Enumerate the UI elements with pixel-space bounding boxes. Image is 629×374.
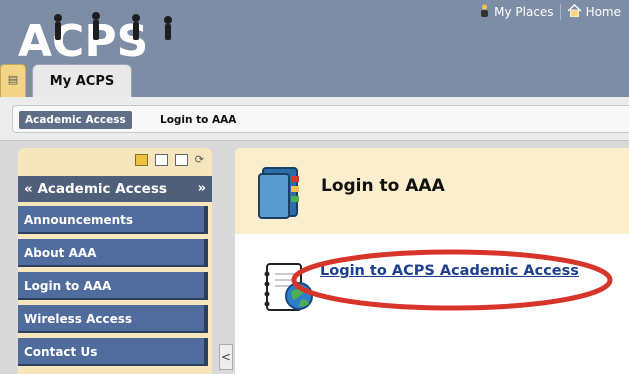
- window-view-icon[interactable]: [174, 154, 188, 166]
- view-mode-icons: ⟳: [134, 154, 204, 166]
- expand-icon[interactable]: »: [198, 176, 206, 202]
- site-header: ACPS My Places Home ▤ My ACPS: [0, 0, 629, 98]
- sidebar-collapse-toggle[interactable]: <: [219, 344, 233, 370]
- sidebar-item-announcements[interactable]: Announcements: [18, 206, 208, 234]
- sidebar-item-login-to-aaa[interactable]: Login to AAA: [18, 272, 208, 300]
- list-view-icon[interactable]: [134, 154, 148, 166]
- sidebar: ⟳ « Academic Access » Announcements Abou…: [18, 148, 212, 374]
- home-link[interactable]: Home: [567, 3, 621, 20]
- refresh-icon[interactable]: ⟳: [195, 154, 204, 166]
- annotation-oval: [291, 249, 613, 311]
- top-navigation: My Places Home: [479, 3, 621, 20]
- my-places-link[interactable]: My Places: [479, 4, 554, 20]
- folder-view-icon[interactable]: [154, 154, 168, 166]
- breadcrumb: Academic Access Login to AAA: [12, 105, 629, 133]
- sidebar-item-about-aaa[interactable]: About AAA: [18, 239, 208, 267]
- collapse-icon: «: [24, 181, 33, 197]
- home-icon: [567, 3, 582, 20]
- sidebar-title: Academic Access: [37, 181, 167, 197]
- person-icon: [479, 4, 490, 20]
- book-icon: [258, 167, 299, 219]
- page-title: Login to AAA: [321, 176, 445, 196]
- breadcrumb-parent[interactable]: Academic Access: [19, 111, 132, 129]
- acps-logo[interactable]: ACPS: [18, 8, 198, 68]
- tab-my-acps[interactable]: My ACPS: [32, 64, 132, 98]
- nav-divider: [559, 4, 561, 20]
- sidebar-header[interactable]: « Academic Access »: [18, 176, 212, 202]
- sidebar-list: Announcements About AAA Login to AAA Wir…: [18, 206, 212, 371]
- tab-overflow[interactable]: ▤: [0, 64, 26, 97]
- breadcrumb-current: Login to AAA: [160, 114, 237, 126]
- page-header: Login to AAA: [235, 148, 629, 234]
- svg-text:ACPS: ACPS: [18, 16, 148, 67]
- sidebar-item-wireless-access[interactable]: Wireless Access: [18, 305, 208, 333]
- grid-icon: ▤: [7, 73, 19, 86]
- breadcrumb-bar: Academic Access Login to AAA: [0, 97, 629, 141]
- sidebar-item-contact-us[interactable]: Contact Us: [18, 338, 208, 366]
